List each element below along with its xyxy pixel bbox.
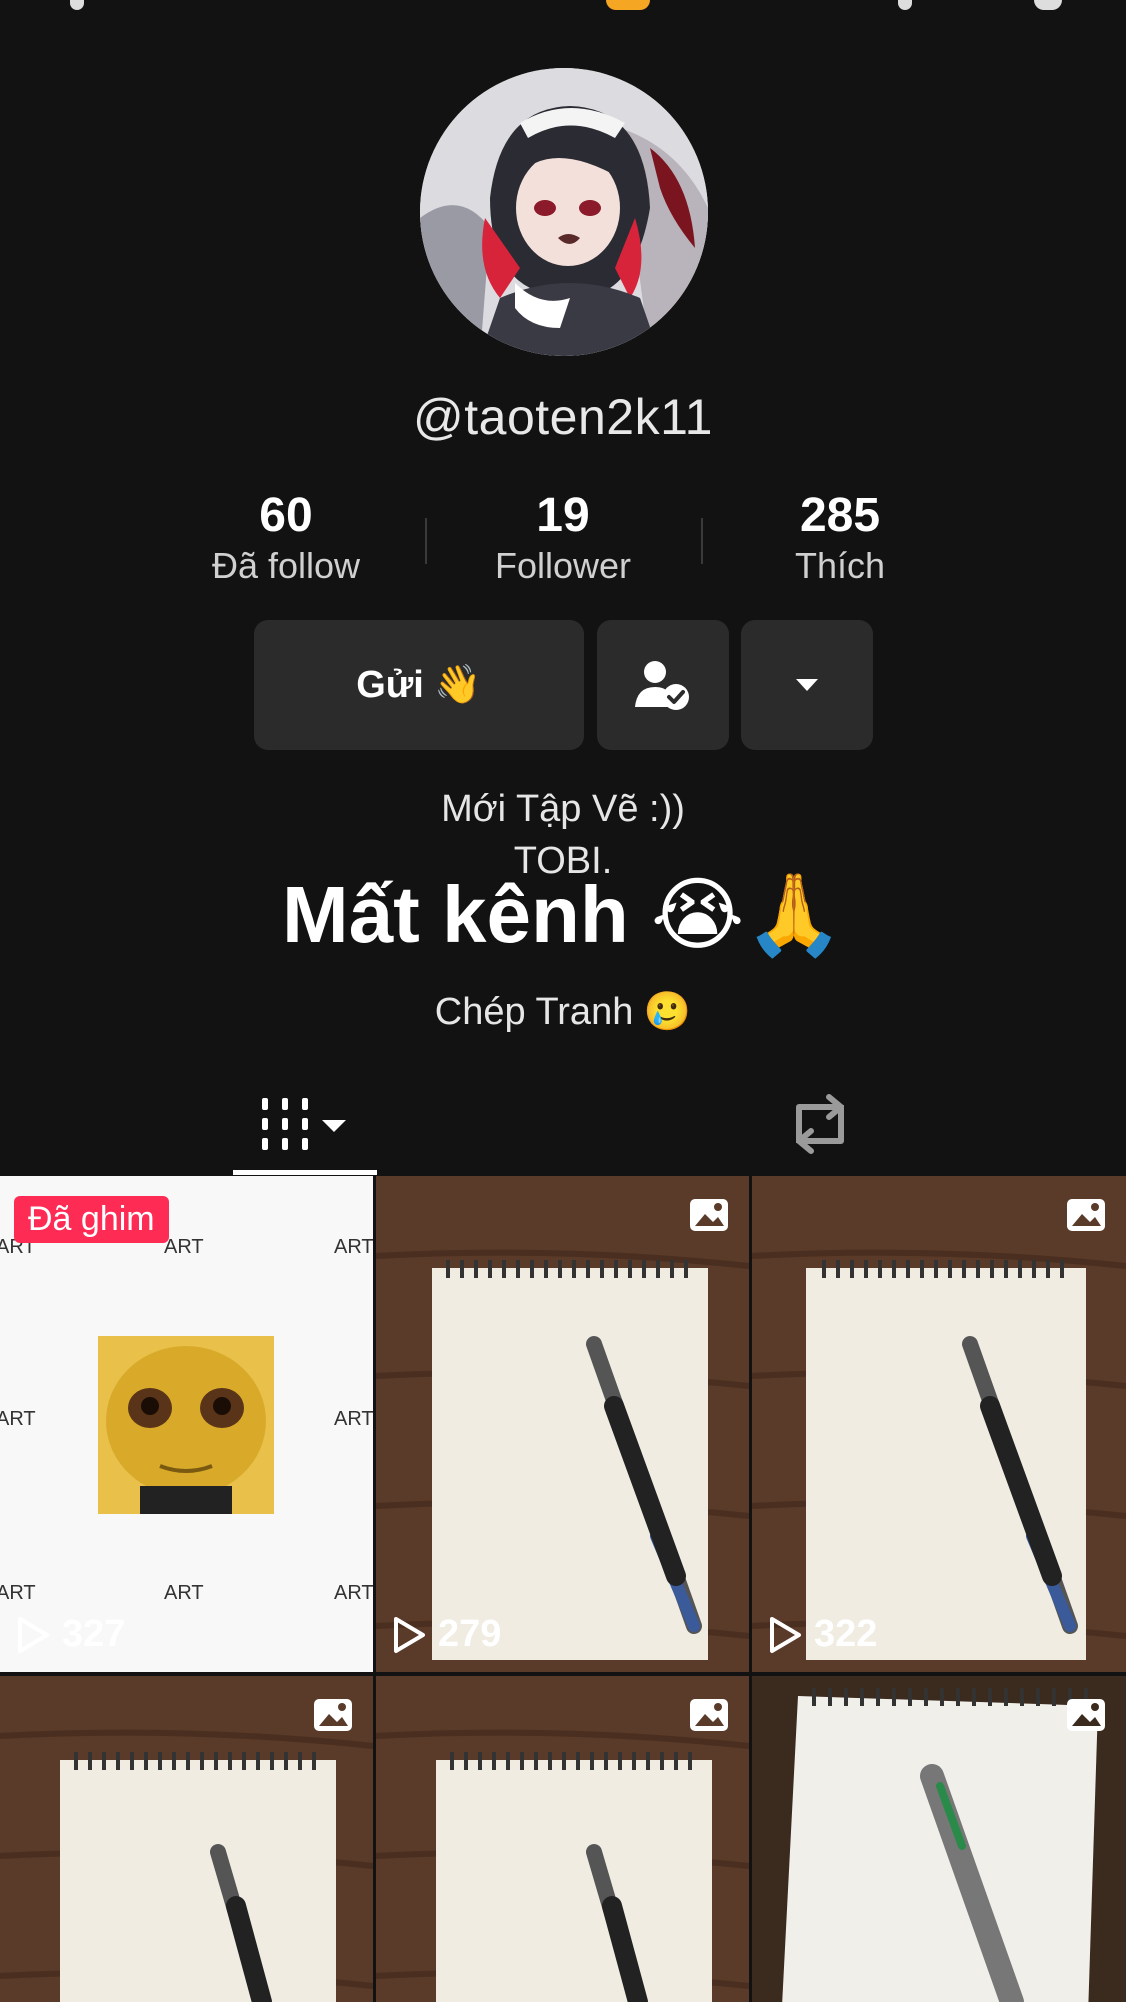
message-button[interactable]: Gửi 👋 bbox=[254, 620, 584, 750]
message-button-label: Gửi 👋 bbox=[356, 664, 482, 706]
bio-line-1: Mới Tập Vẽ :)) bbox=[441, 788, 685, 830]
bio-line-4: Chép Tranh 🥲 bbox=[434, 991, 692, 1033]
watermark-text: ART bbox=[334, 1236, 373, 1258]
video-tile[interactable]: ART ART ART ART ART ART ART ART Đã ghim … bbox=[0, 1176, 373, 1672]
photo-icon bbox=[1067, 1199, 1105, 1231]
stat-divider bbox=[701, 518, 703, 564]
emoji-icon bbox=[606, 0, 650, 10]
repost-icon bbox=[796, 1094, 844, 1154]
photo-icon bbox=[690, 1199, 728, 1231]
username: @taoten2k11 bbox=[413, 389, 713, 445]
view-count: 279 bbox=[392, 1613, 501, 1656]
grid-icon bbox=[262, 1098, 346, 1150]
tab-videos[interactable] bbox=[233, 1074, 377, 1174]
sketchbook-thumbnail bbox=[752, 1176, 1126, 1672]
anime-avatar-image bbox=[420, 68, 708, 356]
video-tile[interactable] bbox=[752, 1676, 1126, 2002]
user-check-icon bbox=[635, 661, 689, 710]
avatar[interactable] bbox=[420, 68, 708, 356]
watermark-text: ART bbox=[0, 1408, 36, 1430]
more-options-button[interactable] bbox=[741, 620, 873, 750]
photo-icon bbox=[1067, 1699, 1105, 1731]
status-bar bbox=[0, 0, 1126, 14]
view-count-value: 327 bbox=[62, 1613, 126, 1655]
bio-line-3: Mất kênh 😭🙏 bbox=[281, 870, 845, 959]
stat-divider bbox=[425, 518, 427, 564]
view-count: 322 bbox=[768, 1613, 877, 1656]
play-icon bbox=[394, 1616, 425, 1653]
watermark-text: ART bbox=[164, 1582, 204, 1604]
watermark-text: ART bbox=[334, 1582, 373, 1604]
view-count: 327 bbox=[16, 1613, 125, 1656]
tab-reposts[interactable] bbox=[770, 1074, 870, 1174]
play-icon bbox=[18, 1616, 49, 1653]
likes-count: 285 bbox=[799, 489, 881, 542]
video-tile[interactable] bbox=[0, 1676, 373, 2002]
stat-likes[interactable]: 285 Thích bbox=[720, 486, 960, 588]
following-label: Đã follow bbox=[211, 545, 361, 586]
following-count: 60 bbox=[259, 489, 313, 542]
stat-followers[interactable]: 19 Follower bbox=[443, 486, 683, 588]
share-icon[interactable] bbox=[1034, 0, 1062, 10]
dot-icon bbox=[898, 0, 912, 10]
video-tile[interactable]: 322 bbox=[752, 1176, 1126, 1672]
tab-selected-indicator bbox=[233, 1170, 377, 1175]
sketchbook-thumbnail bbox=[376, 1176, 749, 1672]
photo-icon bbox=[690, 1699, 728, 1731]
watermark-text: ART bbox=[334, 1408, 373, 1430]
video-tile[interactable] bbox=[376, 1676, 749, 2002]
followers-label: Follower bbox=[494, 545, 632, 586]
view-count-value: 279 bbox=[438, 1613, 502, 1655]
video-tile[interactable]: 279 bbox=[376, 1176, 749, 1672]
play-icon bbox=[770, 1616, 801, 1653]
watermark-text: ART bbox=[164, 1236, 204, 1258]
watermark-text: ART bbox=[0, 1582, 36, 1604]
photo-icon bbox=[314, 1699, 352, 1731]
view-count-value: 322 bbox=[814, 1613, 878, 1655]
back-icon[interactable] bbox=[70, 0, 84, 10]
stat-following[interactable]: 60 Đã follow bbox=[166, 486, 406, 588]
likes-label: Thích bbox=[794, 545, 886, 586]
followers-count: 19 bbox=[536, 489, 590, 542]
friend-status-button[interactable] bbox=[597, 620, 729, 750]
pinned-badge: Đã ghim bbox=[14, 1196, 169, 1243]
caret-down-icon bbox=[796, 679, 818, 691]
